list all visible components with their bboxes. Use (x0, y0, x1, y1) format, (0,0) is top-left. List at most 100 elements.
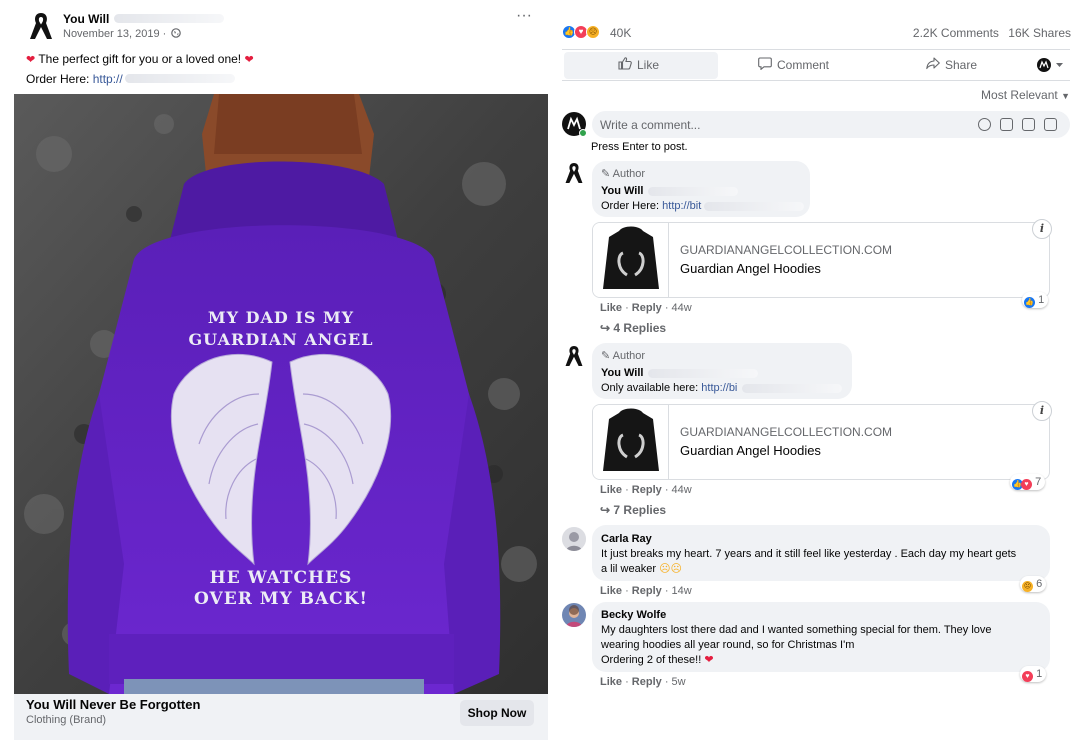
ad-title[interactable]: You Will Never Be Forgotten (26, 697, 200, 712)
comment-text: My daughters lost there dad and I wanted… (601, 624, 992, 666)
comment-actions: Like · Reply · 5w (600, 676, 686, 688)
comment-reactions[interactable]: ☹ 6 (1020, 576, 1047, 592)
sad-emoji-icon: ☹☹ (659, 563, 683, 575)
ad-subtitle: Clothing (Brand) (26, 714, 107, 726)
comment-bubble: ✎ Author You Will Only available here: h… (592, 343, 852, 399)
reply-arrow-icon: ↪ (600, 321, 611, 335)
comment-like-link[interactable]: Like (600, 585, 622, 597)
gif-icon[interactable] (1022, 118, 1035, 131)
link-title[interactable]: Guardian Angel Hoodies (680, 261, 821, 276)
comment-reactions[interactable]: ♥ 1 (1020, 666, 1047, 682)
author-badge: ✎ Author (601, 168, 646, 180)
post-photo[interactable]: MY DAD IS MY GUARDIAN ANGEL HE WATCHES O… (14, 94, 548, 694)
post-text-line: Order Here: http:// (26, 70, 254, 89)
redacted-name (648, 187, 738, 196)
post-link[interactable]: http:// (93, 72, 123, 86)
commenter-name[interactable]: Carla Ray (601, 533, 652, 545)
redacted-link (124, 74, 235, 83)
commenter-name[interactable]: You Will (601, 185, 643, 197)
like-button[interactable]: Like (564, 52, 718, 79)
comment-reply-link[interactable]: Reply (632, 484, 662, 496)
reaction-count[interactable]: 40K (610, 26, 631, 40)
sad-reaction-icon: ☹ (586, 25, 600, 39)
commenter-name[interactable]: Becky Wolfe (601, 609, 666, 621)
link-preview-card[interactable]: GUARDIANANGELCOLLECTION.COM Guardian Ang… (592, 222, 1050, 298)
shop-now-button[interactable]: Shop Now (460, 700, 534, 726)
black-ribbon-icon[interactable] (564, 344, 584, 368)
share-count[interactable]: 16K Shares (1008, 26, 1071, 40)
account-selector[interactable] (1036, 57, 1064, 73)
reply-arrow-icon: ↪ (600, 503, 611, 517)
black-ribbon-icon[interactable] (564, 161, 584, 185)
sad-reaction-icon: ☹ (1022, 581, 1033, 592)
comment-like-link[interactable]: Like (600, 484, 622, 496)
link-title[interactable]: Guardian Angel Hoodies (680, 443, 821, 458)
heart-emoji-icon: ❤ (704, 654, 714, 666)
black-hoodie-thumbnail (603, 226, 659, 289)
comment-reply-link[interactable]: Reply (632, 302, 662, 314)
profile-photo (562, 603, 586, 627)
photo-text-bottom-1: HE WATCHES (209, 568, 353, 588)
redacted-name (114, 14, 224, 23)
comment-reactions[interactable]: 👍 1 (1022, 292, 1049, 308)
comment-reply-link[interactable]: Reply (632, 676, 662, 688)
heart-emoji-icon: ❤ (26, 54, 36, 66)
comment-link[interactable]: http://bi (701, 382, 737, 394)
commenter-avatar[interactable] (562, 527, 586, 551)
commenter-avatar[interactable] (562, 603, 586, 627)
photo-text-bottom-2: OVER MY BACK! (194, 589, 368, 609)
view-replies-link[interactable]: ↪ 4 Replies (600, 321, 666, 335)
comment-age[interactable]: · 14w (665, 585, 692, 597)
like-reaction-icon: 👍 (1024, 297, 1035, 308)
comment-like-link[interactable]: Like (600, 302, 622, 314)
press-enter-hint: Press Enter to post. (591, 141, 688, 153)
comment-text: Only available here: http://bi (601, 382, 738, 394)
online-status-dot (579, 129, 587, 137)
comment-reply-link[interactable]: Reply (632, 585, 662, 597)
sort-dropdown[interactable]: Most Relevant ▼ (981, 88, 1070, 102)
pencil-icon: ✎ (601, 168, 611, 180)
camera-icon[interactable] (1000, 118, 1013, 131)
commenter-name[interactable]: You Will (601, 367, 643, 379)
comment-age[interactable]: · 44w (665, 484, 692, 496)
thumbs-up-icon (618, 57, 632, 70)
pencil-icon: ✎ (601, 350, 611, 362)
profile-photo (562, 527, 586, 551)
info-button[interactable]: i (1032, 219, 1052, 239)
comment-age[interactable]: · 5w (665, 676, 686, 688)
account-avatar-icon (1037, 58, 1063, 72)
comment-link[interactable]: http://bit (662, 200, 701, 212)
black-hoodie-thumbnail (603, 408, 659, 471)
comment-composer[interactable] (592, 111, 1070, 138)
black-ribbon-icon[interactable] (28, 11, 54, 41)
redacted-link (742, 384, 842, 393)
my-avatar[interactable] (562, 112, 587, 137)
globe-icon (171, 28, 182, 38)
caret-down-icon: ▼ (1061, 91, 1070, 101)
comment-reactions[interactable]: 👍 ♥ 7 (1010, 474, 1046, 490)
comment-actions: Like · Reply · 44w (600, 302, 692, 314)
comment-age[interactable]: · 44w (665, 302, 692, 314)
comment-actions: Like · Reply · 44w (600, 484, 692, 496)
page-name[interactable]: You Will (63, 12, 109, 26)
post-date[interactable]: November 13, 2019 · (63, 28, 182, 40)
comment-count[interactable]: 2.2K Comments (913, 26, 999, 40)
view-replies-link[interactable]: ↪ 7 Replies (600, 503, 666, 517)
info-button[interactable]: i (1032, 401, 1052, 421)
love-reaction-icon: ♥ (1021, 479, 1032, 490)
share-button[interactable]: Share (926, 52, 1016, 79)
link-domain: GUARDIANANGELCOLLECTION.COM (680, 243, 893, 257)
comment-input[interactable] (600, 111, 960, 138)
action-bar: Like Comment Share (562, 49, 1070, 81)
share-arrow-icon (926, 57, 940, 70)
ad-footer[interactable]: You Will Never Be Forgotten Clothing (Br… (14, 694, 548, 740)
comment-icon (758, 57, 772, 70)
link-preview-card[interactable]: GUARDIANANGELCOLLECTION.COM Guardian Ang… (592, 404, 1050, 480)
sticker-icon[interactable] (1044, 118, 1057, 131)
emoji-icon[interactable] (978, 118, 991, 131)
photo-text-top-2: GUARDIAN ANGEL (188, 330, 374, 349)
more-options-button[interactable]: ··· (512, 8, 536, 28)
comment-button[interactable]: Comment (758, 52, 868, 79)
comment-like-link[interactable]: Like (600, 676, 622, 688)
comments-panel: 👍 ♥ ☹ 40K 2.2K Comments 16K Shares Like … (560, 0, 1080, 750)
